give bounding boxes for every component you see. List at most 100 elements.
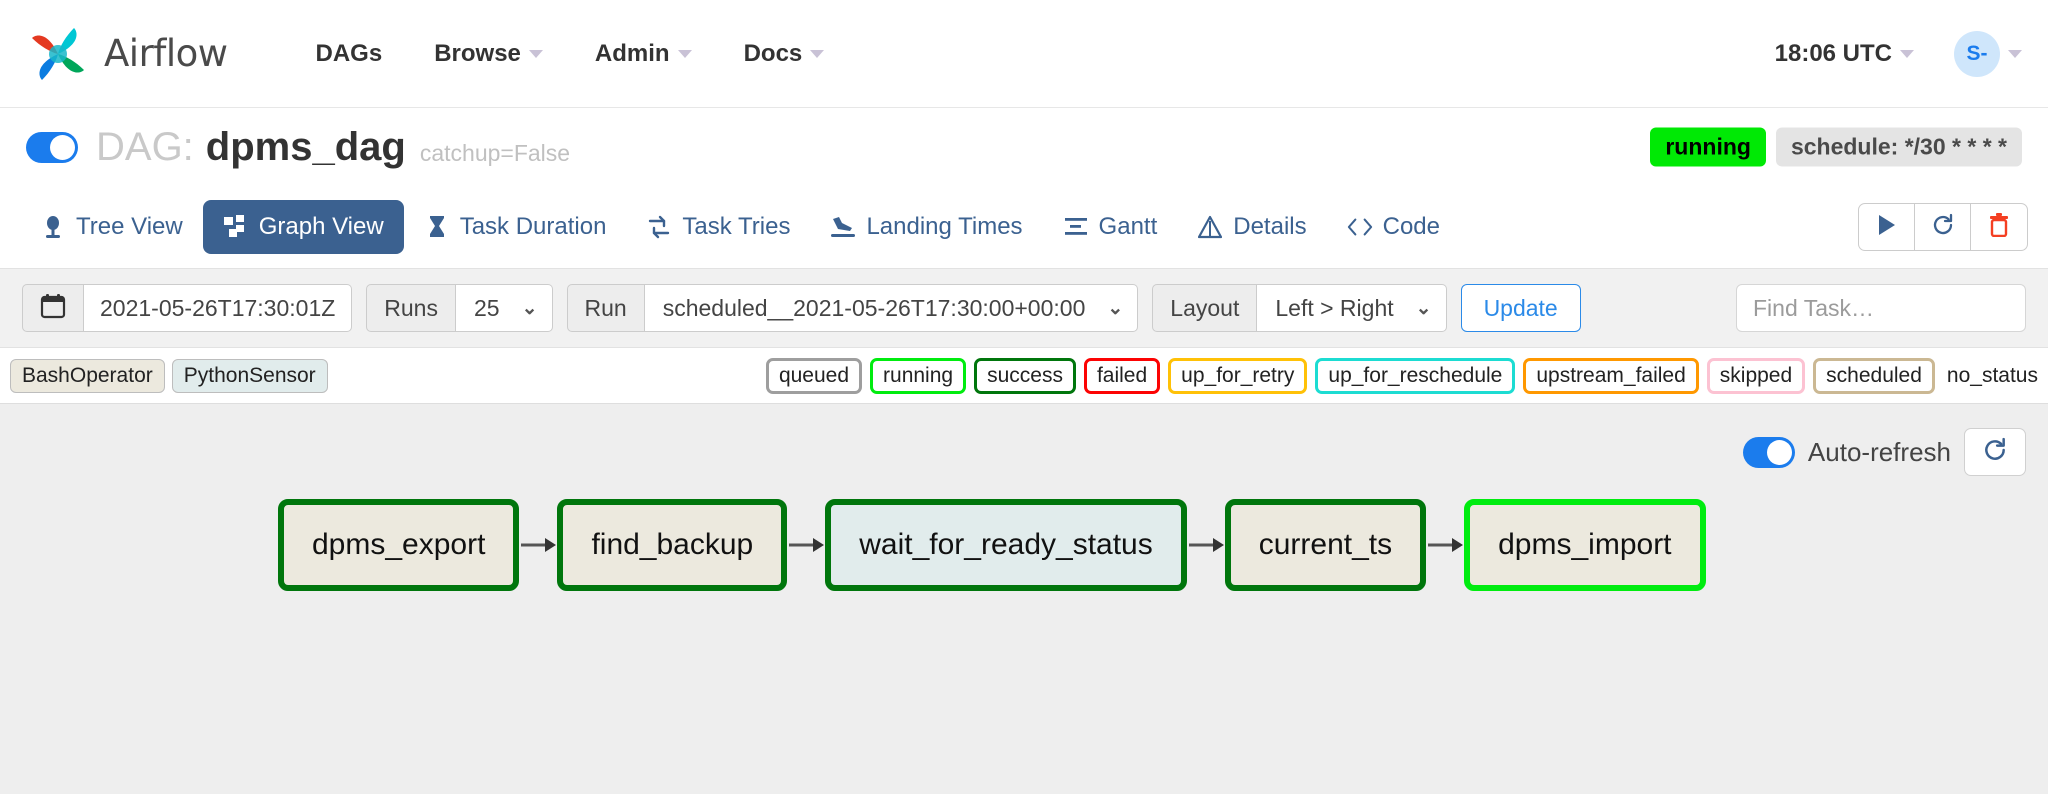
auto-refresh-label: Auto-refresh bbox=[1808, 437, 1951, 468]
legend-row: BashOperator PythonSensor queued running… bbox=[0, 348, 2048, 403]
legend-operator-bashoperator: BashOperator bbox=[10, 359, 165, 393]
dag-run-select[interactable]: scheduled__2021-05-26T17:30:00+00:00 ⌄ bbox=[645, 284, 1139, 332]
navbar-right-group: 18:06 UTC S- bbox=[1775, 0, 2022, 107]
nav-item-label: DAGs bbox=[316, 40, 383, 68]
dag-run-group: Run scheduled__2021-05-26T17:30:00+00:00… bbox=[567, 284, 1139, 332]
tab-graph-view[interactable]: Graph View bbox=[203, 200, 404, 254]
play-icon bbox=[1877, 214, 1897, 241]
tab-landing-times[interactable]: Landing Times bbox=[810, 200, 1042, 254]
tab-label: Tree View bbox=[76, 213, 183, 241]
edge-arrow bbox=[1426, 534, 1464, 556]
num-runs-value: 25 bbox=[474, 295, 500, 322]
tab-tree-view[interactable]: Tree View bbox=[20, 200, 203, 254]
graph-canvas[interactable]: Auto-refresh dpms_export find_backup wai… bbox=[0, 403, 2048, 794]
trash-icon bbox=[1988, 213, 2010, 242]
calendar-icon bbox=[40, 293, 66, 324]
task-node-label: current_ts bbox=[1259, 528, 1392, 562]
tab-label: Task Duration bbox=[460, 213, 607, 241]
edge-arrow bbox=[519, 534, 557, 556]
hourglass-icon bbox=[424, 214, 450, 240]
graph-icon bbox=[223, 214, 249, 240]
tab-label: Code bbox=[1383, 213, 1440, 241]
auto-refresh-toggle[interactable] bbox=[1743, 437, 1795, 468]
dag-pause-toggle[interactable] bbox=[26, 132, 78, 163]
task-node-label: dpms_export bbox=[312, 528, 485, 562]
retry-icon bbox=[646, 214, 672, 240]
legend-status-up-for-reschedule: up_for_reschedule bbox=[1315, 358, 1515, 394]
task-graph: dpms_export find_backup wait_for_ready_s… bbox=[278, 499, 1706, 591]
legend-operator-pythonsensor: PythonSensor bbox=[172, 359, 328, 393]
refresh-icon bbox=[1982, 437, 2008, 468]
chevron-down-icon[interactable] bbox=[1900, 50, 1914, 58]
task-node-current-ts[interactable]: current_ts bbox=[1225, 499, 1426, 591]
tab-label: Graph View bbox=[259, 213, 384, 241]
legend-status-failed: failed bbox=[1084, 358, 1160, 394]
brand-title: Airflow bbox=[104, 32, 228, 75]
num-runs-select[interactable]: 25 ⌄ bbox=[456, 284, 553, 332]
refresh-dag-button[interactable] bbox=[1915, 204, 1971, 250]
tab-task-tries[interactable]: Task Tries bbox=[626, 200, 810, 254]
chevron-down-icon bbox=[529, 50, 543, 58]
plane-landing-icon bbox=[830, 214, 856, 240]
tab-code[interactable]: Code bbox=[1327, 200, 1460, 254]
num-runs-group: Runs 25 ⌄ bbox=[366, 284, 552, 332]
task-node-dpms-import[interactable]: dpms_import bbox=[1464, 499, 1705, 591]
dag-run-value: scheduled__2021-05-26T17:30:00+00:00 bbox=[663, 295, 1086, 322]
tab-gantt[interactable]: Gantt bbox=[1043, 200, 1178, 254]
tab-label: Task Tries bbox=[682, 213, 790, 241]
task-node-dpms-export[interactable]: dpms_export bbox=[278, 499, 519, 591]
legend-status-success: success bbox=[974, 358, 1076, 394]
chevron-down-icon[interactable] bbox=[2008, 50, 2022, 58]
nav-item-docs[interactable]: Docs bbox=[718, 40, 851, 68]
nav-item-label: Browse bbox=[434, 40, 521, 68]
runs-label: Runs bbox=[366, 284, 456, 332]
base-date-input[interactable]: 2021-05-26T17:30:01Z bbox=[84, 284, 352, 332]
chevron-down-icon: ⌄ bbox=[1416, 297, 1432, 320]
chevron-down-icon: ⌄ bbox=[522, 297, 538, 320]
chevron-down-icon: ⌄ bbox=[1107, 297, 1123, 320]
schedule-badge[interactable]: schedule: */30 * * * * bbox=[1776, 128, 2022, 167]
gantt-icon bbox=[1063, 214, 1089, 240]
layout-label: Layout bbox=[1152, 284, 1257, 332]
layout-select[interactable]: Left > Right ⌄ bbox=[1257, 284, 1446, 332]
chevron-down-icon bbox=[678, 50, 692, 58]
task-node-wait-for-ready-status[interactable]: wait_for_ready_status bbox=[825, 499, 1187, 591]
view-tabs: Tree View Graph View Task Duration Task … bbox=[0, 186, 2048, 268]
tree-icon bbox=[40, 214, 66, 240]
legend-status-no-status: no_status bbox=[1943, 361, 2042, 391]
graph-refresh-button[interactable] bbox=[1964, 428, 2026, 476]
base-date-group: 2021-05-26T17:30:01Z bbox=[22, 284, 352, 332]
page-title: dpms_dag bbox=[206, 125, 406, 170]
delete-dag-button[interactable] bbox=[1971, 204, 2027, 250]
trigger-dag-button[interactable] bbox=[1859, 204, 1915, 250]
tab-task-duration[interactable]: Task Duration bbox=[404, 200, 627, 254]
status-badge: running bbox=[1650, 128, 1766, 167]
dag-catchup-label: catchup=False bbox=[420, 128, 570, 167]
nav-item-browse[interactable]: Browse bbox=[408, 40, 569, 68]
dag-prefix-label: DAG: bbox=[96, 125, 194, 170]
nav-item-dags[interactable]: DAGs bbox=[290, 40, 409, 68]
refresh-icon bbox=[1931, 213, 1955, 242]
tab-label: Details bbox=[1233, 213, 1306, 241]
airflow-logo-icon bbox=[26, 22, 90, 86]
run-label: Run bbox=[567, 284, 645, 332]
nav-item-admin[interactable]: Admin bbox=[569, 40, 718, 68]
auto-refresh-group: Auto-refresh bbox=[1743, 428, 2026, 476]
brand-home-link[interactable]: Airflow bbox=[26, 22, 228, 86]
triangle-icon bbox=[1197, 214, 1223, 240]
top-navbar: Airflow DAGs Browse Admin Docs 18:06 UTC… bbox=[0, 0, 2048, 108]
edge-arrow bbox=[1187, 534, 1225, 556]
layout-group: Layout Left > Right ⌄ bbox=[1152, 284, 1446, 332]
avatar[interactable]: S- bbox=[1954, 31, 2000, 77]
utc-clock[interactable]: 18:06 UTC bbox=[1775, 40, 1892, 68]
task-node-find-backup[interactable]: find_backup bbox=[557, 499, 787, 591]
tab-details[interactable]: Details bbox=[1177, 200, 1326, 254]
chevron-down-icon bbox=[810, 50, 824, 58]
primary-nav: DAGs Browse Admin Docs bbox=[290, 40, 851, 68]
legend-status-skipped: skipped bbox=[1707, 358, 1805, 394]
calendar-picker-button[interactable] bbox=[22, 284, 84, 332]
update-button[interactable]: Update bbox=[1461, 284, 1581, 332]
find-task-input[interactable]: Find Task… bbox=[1736, 284, 2026, 332]
find-task-placeholder: Find Task… bbox=[1753, 295, 1874, 322]
dag-action-buttons bbox=[1858, 203, 2028, 251]
